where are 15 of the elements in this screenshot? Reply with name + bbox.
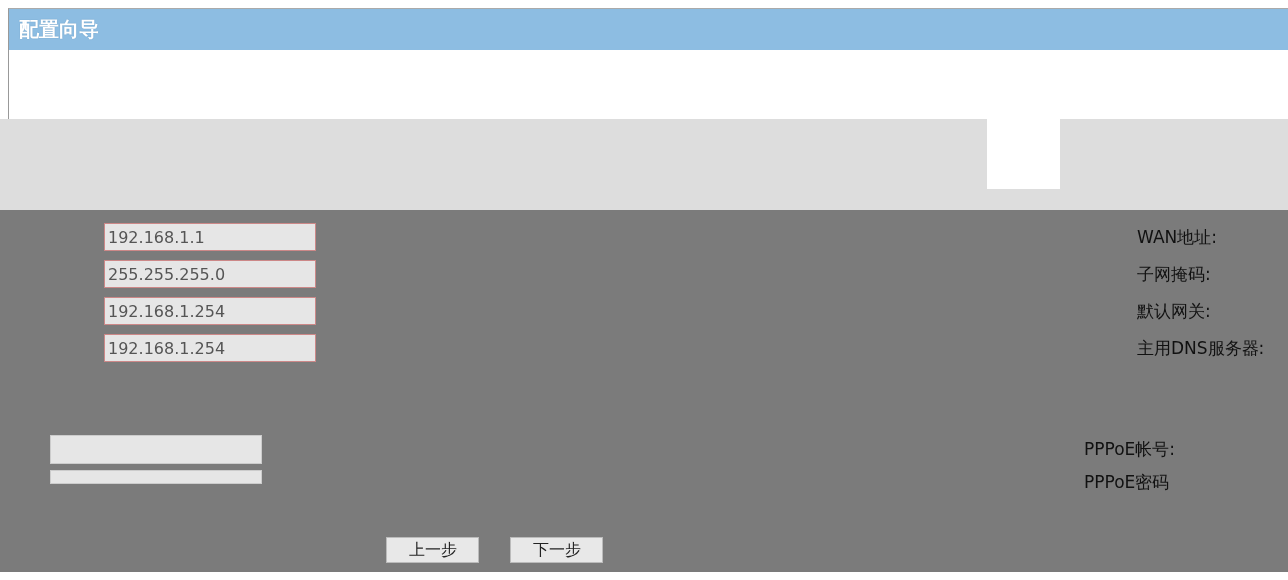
input-field[interactable] xyxy=(50,470,262,484)
field-label: 子网掩码: xyxy=(1137,263,1212,286)
field-label: PPPoE帐号: xyxy=(1084,438,1177,461)
input-field[interactable]: 192.168.1.254 xyxy=(104,334,316,362)
field-label: WAN地址: xyxy=(1137,226,1218,249)
input-field[interactable]: 255.255.255.0 xyxy=(104,260,316,288)
field-label: PPPoE密码 xyxy=(1084,471,1171,494)
field-label: 主用DNS服务器: xyxy=(1137,337,1265,360)
input-field[interactable]: 192.168.1.254 xyxy=(104,297,316,325)
input-field[interactable] xyxy=(50,435,262,464)
input-field[interactable]: 192.168.1.1 xyxy=(104,223,316,251)
field-label: 默认网关: xyxy=(1137,300,1212,323)
window-title: 配置向导 xyxy=(9,9,1288,50)
next-button[interactable]: 下一步 xyxy=(510,537,603,563)
previous-button[interactable]: 上一步 xyxy=(386,537,479,563)
